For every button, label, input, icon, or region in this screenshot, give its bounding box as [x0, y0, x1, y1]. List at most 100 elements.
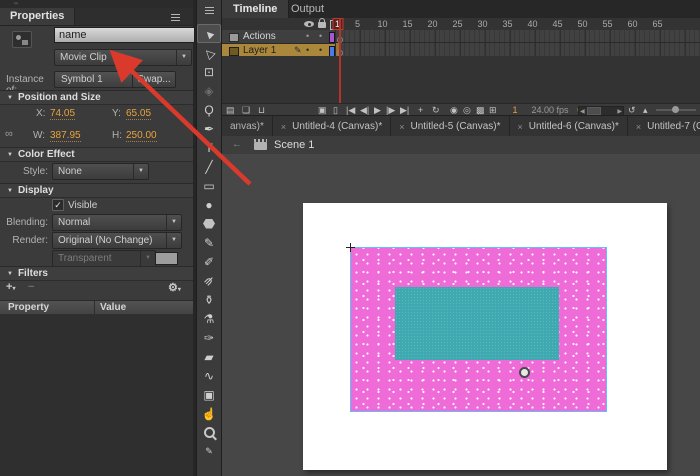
- scroll-left-icon[interactable]: ◀: [580, 108, 585, 115]
- chevron-down-icon: ▼: [133, 164, 148, 179]
- document-tab-untitled-5[interactable]: ×Untitled-5 (Canvas)*: [391, 116, 509, 137]
- paint-bucket-tool[interactable]: ⚱: [197, 290, 221, 309]
- zoom-tool[interactable]: [197, 423, 221, 442]
- tools-panel-menu-button[interactable]: [202, 6, 216, 15]
- selection-tool[interactable]: ▲: [197, 24, 221, 43]
- tab-output[interactable]: Output: [280, 0, 335, 18]
- close-tab-icon[interactable]: ×: [399, 122, 404, 132]
- filter-options-button[interactable]: ⚙▾: [168, 281, 181, 294]
- frame-number-15[interactable]: 15: [402, 19, 412, 29]
- frame-number-1[interactable]: 1: [332, 18, 343, 30]
- x-value[interactable]: 74.05: [50, 108, 75, 120]
- small-pencil-tool-icon: ✎: [205, 446, 213, 457]
- show-hide-all-layers-icon[interactable]: [304, 21, 314, 27]
- scene-breadcrumb[interactable]: Scene 1: [274, 136, 314, 154]
- frame-number-35[interactable]: 35: [502, 19, 512, 29]
- value-column-header[interactable]: Value: [100, 301, 126, 315]
- properties-panel-menu-button[interactable]: [168, 13, 182, 22]
- close-tab-icon[interactable]: ×: [518, 122, 523, 132]
- pencil-tool[interactable]: ✎: [197, 233, 221, 252]
- timeline-zoom-slider[interactable]: [656, 109, 696, 111]
- render-dropdown[interactable]: Original (No Change) ▼: [52, 232, 182, 249]
- scrollbar-thumb[interactable]: [587, 107, 601, 115]
- pasteboard[interactable]: [222, 154, 700, 476]
- inner-teal-rectangle[interactable]: [395, 287, 559, 360]
- scroll-right-icon[interactable]: ▶: [617, 108, 622, 115]
- frame-number-65[interactable]: 65: [652, 19, 662, 29]
- symbol-type-dropdown[interactable]: Movie Clip ▼: [54, 49, 192, 66]
- y-value[interactable]: 65.05: [126, 108, 151, 120]
- close-tab-icon[interactable]: ×: [636, 122, 641, 132]
- filters-section-header[interactable]: ▼Filters: [0, 266, 193, 281]
- h-value[interactable]: 250.00: [126, 130, 157, 142]
- document-tab-untitled-4[interactable]: ×Untitled-4 (Canvas)*: [273, 116, 391, 137]
- frame-number-40[interactable]: 40: [527, 19, 537, 29]
- style-value: None: [58, 166, 82, 177]
- frame-number-45[interactable]: 45: [552, 19, 562, 29]
- back-arrow-icon[interactable]: ←: [232, 136, 242, 154]
- ink-bottle-tool[interactable]: ⚗: [197, 309, 221, 328]
- small-pencil-tool[interactable]: ✎: [197, 442, 221, 461]
- frame-number-60[interactable]: 60: [627, 19, 637, 29]
- lock-all-layers-icon[interactable]: [318, 22, 326, 28]
- frame-grid[interactable]: [335, 30, 700, 56]
- eyedropper-tool[interactable]: ✑: [197, 328, 221, 347]
- width-tool[interactable]: ∿: [197, 366, 221, 385]
- frame-number-10[interactable]: 10: [377, 19, 387, 29]
- property-column-header[interactable]: Property: [8, 301, 49, 315]
- layer-lock-dot[interactable]: •: [319, 30, 322, 43]
- polystar-tool[interactable]: [197, 214, 221, 233]
- add-filter-button[interactable]: +▾: [6, 281, 15, 293]
- close-tab-icon[interactable]: ×: [281, 122, 286, 132]
- frame-number-25[interactable]: 25: [452, 19, 462, 29]
- layer-visibility-dot[interactable]: •: [306, 30, 309, 43]
- eraser-tool[interactable]: ▰: [197, 347, 221, 366]
- visible-checkbox[interactable]: ✓: [52, 199, 64, 211]
- frame-number-55[interactable]: 55: [602, 19, 612, 29]
- document-tab-untitled-6[interactable]: ×Untitled-6 (Canvas)*: [510, 116, 628, 137]
- frame-number-20[interactable]: 20: [427, 19, 437, 29]
- instance-of-field[interactable]: Symbol 1: [54, 71, 134, 88]
- stage[interactable]: [303, 203, 667, 470]
- color-effect-section-header[interactable]: ▼Color Effect: [0, 147, 193, 162]
- pen-tool[interactable]: ✒: [197, 119, 221, 138]
- remove-filter-button[interactable]: −: [28, 281, 34, 293]
- frame-number-5[interactable]: 5: [355, 19, 360, 29]
- hand-tool-icon: ☝: [202, 407, 217, 421]
- selected-movie-clip-shape[interactable]: [350, 247, 607, 412]
- bone-tool[interactable]: ⋔: [197, 271, 221, 290]
- brush-tool[interactable]: ✐: [197, 252, 221, 271]
- rectangle-tool[interactable]: ▭: [197, 176, 221, 195]
- text-tool[interactable]: T: [197, 138, 221, 157]
- position-row: X: 74.05 Y: 65.05: [0, 108, 193, 122]
- frame-number-30[interactable]: 30: [477, 19, 487, 29]
- registration-point-icon: [519, 367, 530, 378]
- style-dropdown[interactable]: None ▼: [52, 163, 149, 180]
- lock-aspect-ratio-icon[interactable]: ∞: [5, 128, 13, 140]
- collapse-panels-icon[interactable]: ‹‹: [14, 1, 18, 7]
- document-tab-partial[interactable]: anvas)*: [222, 116, 273, 137]
- display-section-header[interactable]: ▼Display: [0, 183, 193, 198]
- line-tool[interactable]: ╱: [197, 157, 221, 176]
- properties-tab[interactable]: Properties: [0, 8, 75, 25]
- slider-thumb[interactable]: [672, 106, 679, 113]
- lasso-tool[interactable]: Ϙ: [197, 100, 221, 119]
- hand-tool[interactable]: ☝: [197, 404, 221, 423]
- background-color-swatch[interactable]: [155, 252, 178, 265]
- position-size-section-header[interactable]: ▼Position and Size: [0, 90, 193, 105]
- layer-row-actions[interactable]: Actions••: [222, 30, 335, 44]
- blending-label: Blending:: [0, 217, 48, 228]
- document-tab-untitled-7[interactable]: ×Untitled-7 (Canvas)*: [628, 116, 700, 137]
- oval-tool[interactable]: ●: [197, 195, 221, 214]
- instance-name-input[interactable]: [54, 27, 195, 43]
- w-value[interactable]: 387.95: [50, 130, 81, 142]
- subselection-tool[interactable]: △: [197, 43, 221, 62]
- blending-dropdown[interactable]: Normal ▼: [52, 214, 182, 231]
- camera-tool[interactable]: ▣: [197, 385, 221, 404]
- free-transform-tool[interactable]: ⊡: [197, 62, 221, 81]
- playhead[interactable]: [339, 18, 341, 103]
- frame-number-50[interactable]: 50: [577, 19, 587, 29]
- 3d-rotation-tool[interactable]: ◈: [197, 81, 221, 100]
- brush-tool-icon: ✐: [204, 255, 214, 269]
- swap-button[interactable]: Swap...: [132, 71, 176, 88]
